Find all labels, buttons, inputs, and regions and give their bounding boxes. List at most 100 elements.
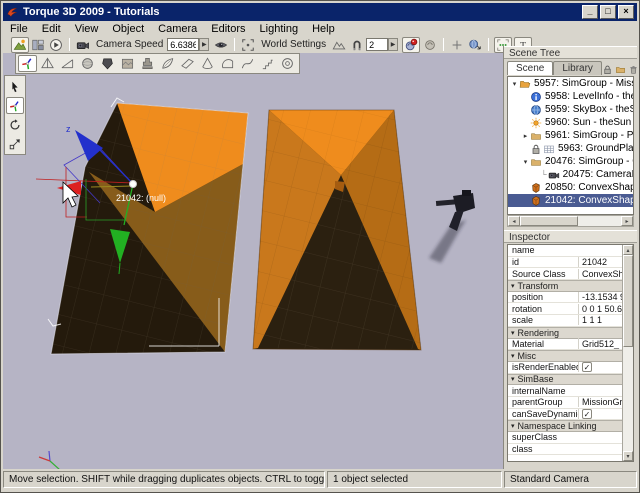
- expand-down-icon[interactable]: ▾: [521, 158, 530, 166]
- tree-item[interactable]: ▸5961: SimGroup - PlayerDropP: [508, 129, 633, 142]
- field-value[interactable]: ✓: [578, 362, 622, 372]
- select-tool-button[interactable]: [6, 78, 24, 95]
- wedge-tool-button[interactable]: [178, 55, 197, 72]
- grid-snap-button[interactable]: [421, 37, 439, 53]
- scroll-left-button[interactable]: ◂: [508, 216, 520, 226]
- new-group-icon[interactable]: [615, 64, 626, 75]
- tree-item[interactable]: 5960: Sun - theSun: [508, 116, 633, 129]
- scale-tool-button[interactable]: [6, 135, 24, 152]
- tree-item[interactable]: 5958: LevelInfo - theLevelInfo: [508, 90, 633, 103]
- scroll-down-button[interactable]: ▾: [623, 451, 633, 461]
- field-value[interactable]: 0 0 1 50.6699: [578, 304, 622, 314]
- add-object-button[interactable]: [448, 37, 466, 53]
- stamp-tool-button[interactable]: [138, 55, 157, 72]
- viewport-3d[interactable]: z 21042: (null): [3, 53, 506, 469]
- field-value[interactable]: ✓: [578, 409, 622, 419]
- snap-size-spinner[interactable]: ▶: [388, 38, 398, 51]
- expand-down-icon[interactable]: ▾: [510, 80, 519, 88]
- scene-tree-hscrollbar[interactable]: ◂ ▸: [507, 215, 634, 227]
- field-value[interactable]: 21042: [578, 257, 622, 267]
- play-button[interactable]: [47, 37, 65, 53]
- field-label: parentGroup: [508, 397, 578, 407]
- minimize-button[interactable]: _: [582, 5, 598, 19]
- torus-tool-button[interactable]: [278, 55, 297, 72]
- box-tool-button[interactable]: [118, 55, 137, 72]
- snap-size-input[interactable]: [366, 38, 388, 51]
- tree-item[interactable]: 5963: GroundPlane: [508, 142, 633, 155]
- tree-item[interactable]: ▾20476: SimGroup - CameraBoo: [508, 155, 633, 168]
- lock-selection-icon[interactable]: [602, 64, 613, 75]
- scroll-thumb[interactable]: [623, 255, 633, 347]
- tree-item-label: 5959: SkyBox - theSky: [545, 104, 633, 115]
- inspector-vscrollbar[interactable]: ▴ ▾: [622, 245, 633, 461]
- gizmo-center-handle[interactable]: [130, 181, 137, 188]
- tree-item[interactable]: └20475: CameraBookmark [N: [508, 168, 633, 181]
- cone-tool-button[interactable]: [198, 55, 217, 72]
- inspector-section-rendering[interactable]: ▾Rendering: [508, 327, 622, 339]
- object-snap-button[interactable]: [348, 37, 366, 53]
- inspector-section-transform[interactable]: ▾Transform: [508, 280, 622, 292]
- gizmo-tool-button[interactable]: [18, 55, 37, 72]
- tree-item[interactable]: 5959: SkyBox - theSky: [508, 103, 633, 116]
- menu-help[interactable]: Help: [305, 23, 342, 35]
- leaf-tool-button[interactable]: [158, 55, 177, 72]
- frame-selection-button[interactable]: [239, 37, 257, 53]
- stairs-tool-button[interactable]: [258, 55, 277, 72]
- gui-editor-button[interactable]: [29, 37, 47, 53]
- field-value[interactable]: ConvexShape: [578, 269, 622, 279]
- checkbox[interactable]: ✓: [582, 409, 592, 419]
- menu-view[interactable]: View: [68, 23, 106, 35]
- close-button[interactable]: ×: [618, 5, 634, 19]
- menu-object[interactable]: Object: [105, 23, 151, 35]
- tab-library[interactable]: Library: [553, 61, 602, 75]
- tree-item[interactable]: 21042: ConvexShape: [508, 194, 633, 207]
- field-value[interactable]: Grid512_: [578, 338, 622, 349]
- checkbox[interactable]: ✓: [582, 362, 592, 372]
- world-editor-button[interactable]: [11, 37, 29, 53]
- folder-icon: [530, 156, 542, 168]
- weapon-object[interactable]: [429, 190, 475, 263]
- visibility-button[interactable]: [212, 37, 230, 53]
- tree-item-label: 5958: LevelInfo - theLevelInfo: [545, 91, 633, 102]
- maximize-button[interactable]: □: [600, 5, 616, 19]
- tree-item[interactable]: 20850: ConvexShape: [508, 181, 633, 194]
- convex-shape-20850[interactable]: [253, 110, 421, 350]
- toolbar-separator: [234, 38, 235, 51]
- inspector-section-namespace-linking[interactable]: ▾Namespace Linking: [508, 420, 622, 432]
- field-value[interactable]: MissionGroup: [578, 397, 622, 407]
- pyramid-tool-button[interactable]: [38, 55, 57, 72]
- curve-tool-button[interactable]: [238, 55, 257, 72]
- lock-icon: [530, 143, 542, 155]
- frame-icon: [241, 38, 255, 52]
- menu-editors[interactable]: Editors: [204, 23, 252, 35]
- inspector-section-misc[interactable]: ▾Misc: [508, 350, 622, 362]
- drop-location-button[interactable]: [466, 37, 484, 53]
- scroll-right-button[interactable]: ▸: [621, 216, 633, 226]
- tab-scene[interactable]: Scene: [507, 61, 553, 75]
- expand-right-icon[interactable]: ▸: [521, 132, 530, 140]
- soft-snap-toggle[interactable]: [402, 37, 420, 53]
- grid-snap-icon: [423, 38, 437, 52]
- delete-icon[interactable]: [628, 64, 639, 75]
- move-tool-button[interactable]: [6, 97, 24, 114]
- shield-tool-button[interactable]: [98, 55, 117, 72]
- menu-file[interactable]: File: [3, 23, 35, 35]
- tree-item[interactable]: ▾5957: SimGroup - MissionGroup: [508, 77, 633, 90]
- menu-edit[interactable]: Edit: [35, 23, 68, 35]
- sphere-tool-button[interactable]: [78, 55, 97, 72]
- camera-speed-input[interactable]: [167, 38, 199, 51]
- menu-lighting[interactable]: Lighting: [253, 23, 306, 35]
- camera-menu-button[interactable]: [74, 37, 92, 53]
- inspector-section-simbase[interactable]: ▾SimBase: [508, 374, 622, 386]
- scroll-thumb[interactable]: [520, 216, 578, 226]
- scroll-up-button[interactable]: ▴: [623, 245, 633, 255]
- menu-camera[interactable]: Camera: [151, 23, 204, 35]
- field-value[interactable]: 1 1 1: [578, 315, 622, 325]
- camera-speed-spinner[interactable]: ▶: [199, 38, 209, 51]
- shell-tool-button[interactable]: [218, 55, 237, 72]
- rotate-tool-button[interactable]: [6, 116, 24, 133]
- field-value[interactable]: -13.1534 9.124: [578, 292, 622, 302]
- scale-tool-icon: [8, 137, 22, 151]
- terrain-snap-button[interactable]: [330, 37, 348, 53]
- slope-tool-button[interactable]: [58, 55, 77, 72]
